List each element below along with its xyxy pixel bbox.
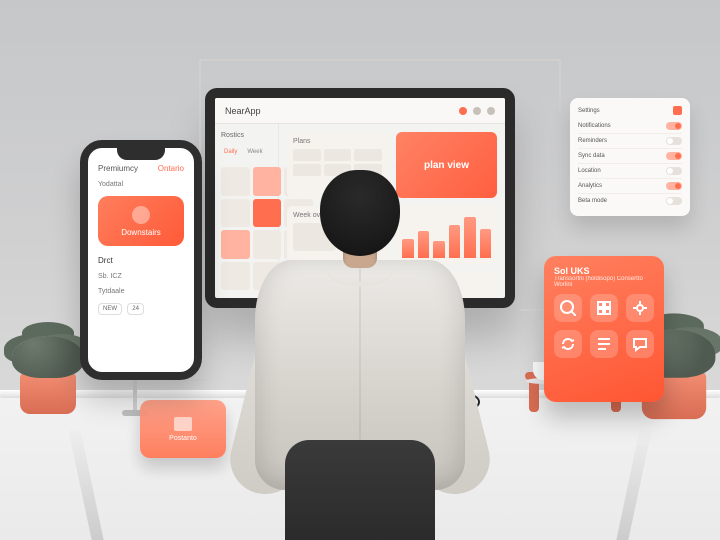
sidebar-tab-daily[interactable]: Daily bbox=[221, 147, 240, 157]
phone-chip[interactable]: NEW bbox=[98, 303, 122, 315]
action-card: Sol UKS Transsortni (holdisopo) Consertt… bbox=[544, 256, 664, 402]
user-icon bbox=[132, 206, 150, 224]
settings-row-label: Sync data bbox=[578, 153, 605, 159]
settings-row[interactable]: Analytics bbox=[578, 179, 682, 194]
bar bbox=[433, 241, 445, 258]
toggle[interactable] bbox=[666, 137, 682, 145]
phone-chip[interactable]: 24 bbox=[127, 303, 144, 315]
phone-cta-label: Downstairs bbox=[121, 228, 161, 237]
panel-footer[interactable]: Alle bbox=[287, 272, 497, 302]
bar bbox=[418, 231, 430, 258]
bar-chart bbox=[402, 212, 491, 258]
menu-icon[interactable] bbox=[487, 107, 495, 115]
hero-label: plan view bbox=[424, 160, 469, 171]
toggle[interactable] bbox=[666, 197, 682, 205]
phone-heading: Premiumcy bbox=[98, 164, 138, 173]
avatar-icon[interactable] bbox=[473, 107, 481, 115]
toggle[interactable] bbox=[666, 167, 682, 175]
header-actions bbox=[459, 107, 495, 115]
chat-icon[interactable] bbox=[626, 330, 654, 358]
panel-title: Week overview bbox=[293, 212, 382, 219]
settings-row-label: Analytics bbox=[578, 183, 602, 189]
mini-calendar[interactable] bbox=[221, 167, 272, 290]
target-icon[interactable] bbox=[626, 294, 654, 322]
tip-label: Postanto bbox=[169, 435, 197, 442]
settings-row-label: Location bbox=[578, 168, 601, 174]
close-icon[interactable] bbox=[673, 106, 682, 115]
monitor-sidebar: Rostics Daily Week bbox=[215, 124, 279, 298]
grid-icon[interactable] bbox=[590, 294, 618, 322]
panel-title: Alle bbox=[293, 278, 491, 285]
search-icon[interactable] bbox=[554, 294, 582, 322]
panel-title: Plans bbox=[293, 138, 382, 145]
app-title: NearApp bbox=[225, 106, 261, 116]
panel-overview[interactable]: Week overview bbox=[287, 206, 388, 264]
settings-row-label: Beta mode bbox=[578, 198, 607, 204]
monitor-stand bbox=[295, 392, 425, 432]
status-dot-icon bbox=[459, 107, 467, 115]
action-title: Sol UKS bbox=[554, 266, 654, 276]
sidebar-title: Rostics bbox=[221, 132, 272, 139]
eyeglasses bbox=[430, 394, 480, 410]
settings-row[interactable]: Sync data bbox=[578, 149, 682, 164]
toggle[interactable] bbox=[666, 152, 682, 160]
phone-heading-alt: Ontario bbox=[158, 164, 184, 173]
settings-row[interactable]: Notifications bbox=[578, 119, 682, 134]
panel-hero[interactable]: plan view bbox=[396, 132, 497, 198]
toggle[interactable] bbox=[666, 182, 682, 190]
phone-section-title: Drct bbox=[98, 256, 184, 265]
action-subtitle: Transsortni (holdisopo) Consertto Worlin… bbox=[554, 276, 654, 288]
feed-icon[interactable] bbox=[590, 330, 618, 358]
panel-plans[interactable]: Plans bbox=[287, 132, 388, 198]
desk-leg bbox=[68, 430, 103, 540]
sidebar-tab-week[interactable]: Week bbox=[244, 147, 265, 157]
mobile-mockup: Premiumcy Ontario Yodattal Downstairs Dr… bbox=[80, 140, 202, 380]
phone-primary-button[interactable]: Downstairs bbox=[98, 196, 184, 246]
wallet-icon bbox=[174, 417, 192, 431]
bar bbox=[464, 217, 476, 258]
phone-line: Sb. ICZ bbox=[98, 273, 184, 280]
bar bbox=[449, 225, 461, 258]
settings-row[interactable]: Beta mode bbox=[578, 194, 682, 208]
phone-line: Tytdaale bbox=[98, 288, 184, 295]
bar bbox=[480, 229, 492, 258]
settings-row[interactable]: Reminders bbox=[578, 134, 682, 149]
settings-row-label: Reminders bbox=[578, 138, 607, 144]
toggle[interactable] bbox=[666, 122, 682, 130]
bar bbox=[402, 239, 414, 258]
phone-notch-icon bbox=[117, 148, 165, 160]
panel-chart[interactable] bbox=[396, 206, 497, 264]
settings-title: Settings bbox=[578, 108, 600, 114]
floating-tip-card[interactable]: Postanto bbox=[140, 400, 226, 458]
settings-row-label: Notifications bbox=[578, 123, 611, 129]
refresh-icon[interactable] bbox=[554, 330, 582, 358]
desk-leg bbox=[616, 430, 651, 540]
desktop-monitor: NearApp Rostics Daily Week bbox=[205, 88, 515, 308]
settings-row[interactable]: Location bbox=[578, 164, 682, 179]
phone-subheading: Yodattal bbox=[98, 181, 184, 188]
settings-panel: Settings Notifications Reminders Sync data… bbox=[570, 98, 690, 216]
plant-left bbox=[20, 372, 76, 414]
app-header: NearApp bbox=[215, 98, 505, 124]
